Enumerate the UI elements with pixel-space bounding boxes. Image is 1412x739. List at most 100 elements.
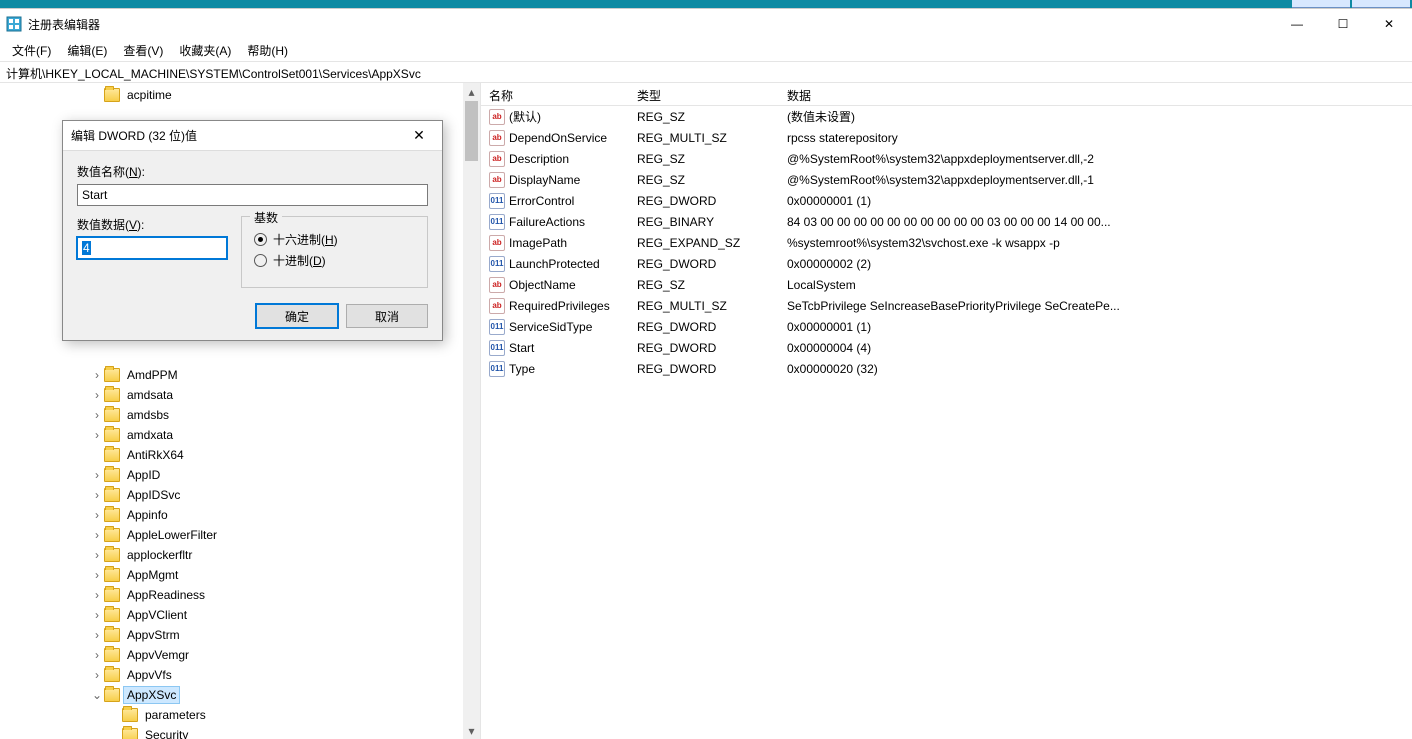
value-row[interactable]: 011ErrorControlREG_DWORD0x00000001 (1) <box>481 190 1412 211</box>
tree-item[interactable]: Security <box>0 725 480 739</box>
close-button[interactable]: ✕ <box>1366 9 1412 39</box>
folder-icon <box>104 608 120 622</box>
minimize-button[interactable]: — <box>1274 9 1320 39</box>
expander-icon[interactable]: › <box>90 408 104 422</box>
expander-icon[interactable]: › <box>90 608 104 622</box>
external-tab[interactable] <box>1292 0 1350 8</box>
value-row[interactable]: abDescriptionREG_SZ@%SystemRoot%\system3… <box>481 148 1412 169</box>
tree-item[interactable]: ›amdsbs <box>0 405 480 425</box>
tree-item[interactable]: parameters <box>0 705 480 725</box>
value-row[interactable]: abImagePathREG_EXPAND_SZ%systemroot%\sys… <box>481 232 1412 253</box>
tree-item[interactable]: › AppReadiness <box>0 585 480 605</box>
expander-icon[interactable]: › <box>90 528 104 542</box>
menu-help[interactable]: 帮助(H) <box>239 40 296 61</box>
menu-view[interactable]: 查看(V) <box>115 40 171 61</box>
expander-icon[interactable]: › <box>90 508 104 522</box>
value-row[interactable]: abDependOnServiceREG_MULTI_SZrpcss state… <box>481 127 1412 148</box>
titlebar[interactable]: 注册表编辑器 — ☐ ✕ <box>0 9 1412 39</box>
base-group-legend: 基数 <box>250 209 282 226</box>
expander-icon[interactable]: › <box>90 668 104 682</box>
tree-item-label: AppReadiness <box>127 588 205 602</box>
expander-icon[interactable]: › <box>90 388 104 402</box>
column-name[interactable]: 名称 <box>481 83 629 105</box>
string-value-icon: ab <box>489 172 505 188</box>
value-row[interactable]: 011ServiceSidTypeREG_DWORD0x00000001 (1) <box>481 316 1412 337</box>
value-name: Type <box>509 362 535 376</box>
value-name: (默认) <box>509 108 541 125</box>
folder-icon <box>104 388 120 402</box>
value-row[interactable]: 011TypeREG_DWORD0x00000020 (32) <box>481 358 1412 379</box>
expander-icon[interactable]: › <box>90 568 104 582</box>
tree-item-label: AppleLowerFilter <box>127 528 217 542</box>
expander-icon[interactable]: › <box>90 628 104 642</box>
column-type[interactable]: 类型 <box>629 83 779 105</box>
value-row[interactable]: 011LaunchProtectedREG_DWORD0x00000002 (2… <box>481 253 1412 274</box>
expander-icon[interactable]: › <box>90 488 104 502</box>
value-type: REG_SZ <box>629 110 779 124</box>
folder-icon <box>104 668 120 682</box>
tree-item[interactable]: AntiRkX64 <box>0 445 480 465</box>
value-row[interactable]: ab(默认)REG_SZ(数值未设置) <box>481 106 1412 127</box>
value-row[interactable]: abRequiredPrivilegesREG_MULTI_SZSeTcbPri… <box>481 295 1412 316</box>
menu-file[interactable]: 文件(F) <box>4 40 59 61</box>
expander-icon[interactable]: › <box>90 548 104 562</box>
tree-item-label: parameters <box>145 708 206 722</box>
binary-value-icon: 011 <box>489 319 505 335</box>
string-value-icon: ab <box>489 298 505 314</box>
value-row[interactable]: abObjectNameREG_SZLocalSystem <box>481 274 1412 295</box>
expander-icon[interactable]: › <box>90 368 104 382</box>
tree-item[interactable]: ›AppvVemgr <box>0 645 480 665</box>
menu-favorites[interactable]: 收藏夹(A) <box>171 40 239 61</box>
menu-edit[interactable]: 编辑(E) <box>59 40 115 61</box>
tree-item[interactable]: ›AppMgmt <box>0 565 480 585</box>
value-row[interactable]: abDisplayNameREG_SZ@%SystemRoot%\system3… <box>481 169 1412 190</box>
tree-item[interactable]: › AppIDSvc <box>0 485 480 505</box>
expander-icon[interactable]: ⌄ <box>90 688 104 702</box>
expander-icon[interactable]: › <box>90 428 104 442</box>
value-data: rpcss staterepository <box>779 131 1412 145</box>
tree-item-label: AppIDSvc <box>127 488 180 502</box>
tree-item[interactable]: ›AppvStrm <box>0 625 480 645</box>
address-bar[interactable]: 计算机\HKEY_LOCAL_MACHINE\SYSTEM\ControlSet… <box>0 61 1412 83</box>
tree-item[interactable]: ›Appinfo <box>0 505 480 525</box>
value-data-input[interactable]: 4 <box>77 237 227 259</box>
tree-item[interactable]: ›AppVClient <box>0 605 480 625</box>
value-name-input[interactable] <box>77 184 428 206</box>
maximize-button[interactable]: ☐ <box>1320 9 1366 39</box>
scroll-thumb[interactable] <box>465 101 478 161</box>
tree-item[interactable]: ⌄ AppXSvc <box>0 685 480 705</box>
radio-hex[interactable]: 十六进制(H) <box>254 231 415 248</box>
tree-item[interactable]: ›amdsata <box>0 385 480 405</box>
tree-item[interactable]: ›AmdPPM <box>0 365 480 385</box>
expander-icon[interactable]: › <box>90 648 104 662</box>
app-icon <box>6 16 22 32</box>
expander-icon[interactable]: › <box>90 588 104 602</box>
tree-item[interactable]: ›applockerfltr <box>0 545 480 565</box>
tree-item-label: AppXSvc <box>127 688 176 702</box>
folder-icon <box>122 708 138 722</box>
expander-icon[interactable]: › <box>90 468 104 482</box>
value-data: 0x00000020 (32) <box>779 362 1412 376</box>
tree-item[interactable]: ›AppID <box>0 465 480 485</box>
tree-scrollbar[interactable]: ▴ ▾ <box>463 83 480 739</box>
scroll-up-icon[interactable]: ▴ <box>463 83 480 100</box>
dialog-titlebar[interactable]: 编辑 DWORD (32 位)值 ✕ <box>63 121 442 151</box>
external-tab[interactable] <box>1352 0 1410 8</box>
tree-item[interactable]: acpitime <box>0 85 480 105</box>
scroll-down-icon[interactable]: ▾ <box>463 722 480 739</box>
column-data[interactable]: 数据 <box>779 83 1412 105</box>
tree-item[interactable]: ›amdxata <box>0 425 480 445</box>
tree-item[interactable]: ›AppvVfs <box>0 665 480 685</box>
radio-dec[interactable]: 十进制(D) <box>254 252 415 269</box>
value-row[interactable]: 011StartREG_DWORD0x00000004 (4) <box>481 337 1412 358</box>
tree-item[interactable]: › AppleLowerFilter <box>0 525 480 545</box>
value-row[interactable]: 011FailureActionsREG_BINARY84 03 00 00 0… <box>481 211 1412 232</box>
cancel-button[interactable]: 取消 <box>346 304 428 328</box>
ok-button[interactable]: 确定 <box>256 304 338 328</box>
listview-header: 名称 类型 数据 <box>481 83 1412 106</box>
tree-item-label: acpitime <box>127 88 172 102</box>
folder-icon <box>104 448 120 462</box>
external-taskbar <box>0 0 1412 8</box>
dialog-close-button[interactable]: ✕ <box>404 127 434 144</box>
string-value-icon: ab <box>489 277 505 293</box>
